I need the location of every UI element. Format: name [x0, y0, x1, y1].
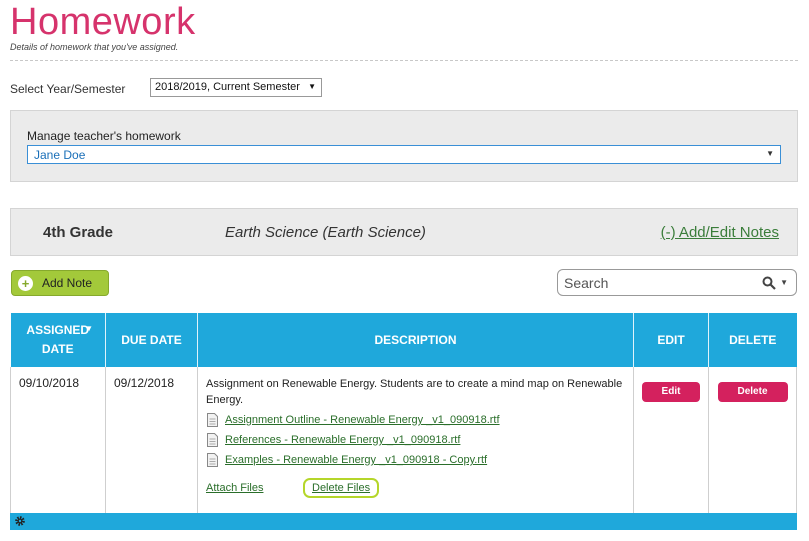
search-icon[interactable]: [762, 276, 776, 290]
delete-header-label: DELETE: [729, 332, 777, 347]
homework-table: ASSIGNED DATE ▼ DUE DATE DESCRIPTION EDI…: [10, 313, 797, 514]
file-link[interactable]: Examples - Renewable Energy _v1_090918 -…: [225, 454, 487, 466]
search-box: ▼: [557, 269, 797, 296]
grade-label: 4th Grade: [43, 224, 114, 241]
homework-description: Assignment on Renewable Energy. Students…: [206, 378, 623, 406]
delete-files-link[interactable]: Delete Files: [303, 478, 380, 498]
chevron-down-icon[interactable]: ▼: [780, 278, 788, 287]
teacher-select-value: Jane Doe: [34, 148, 86, 162]
edit-header-label: EDIT: [657, 332, 685, 347]
column-header-description: DESCRIPTION: [197, 313, 634, 367]
attach-files-link[interactable]: Attach Files: [206, 482, 263, 494]
column-header-edit: EDIT: [633, 313, 709, 367]
chevron-down-icon: ▼: [308, 82, 316, 91]
header-divider: [10, 60, 798, 61]
document-icon: [207, 453, 218, 467]
delete-cell: Delete: [708, 367, 797, 514]
add-note-button[interactable]: + Add Note: [11, 270, 109, 296]
due-date-header-label: DUE DATE: [121, 332, 182, 347]
file-actions: Attach Files Delete Files: [206, 478, 625, 498]
year-semester-label: Select Year/Semester: [10, 82, 126, 96]
subject-label: Earth Science (Earth Science): [225, 224, 426, 241]
year-semester-value: 2018/2019, Current Semester: [155, 81, 300, 93]
edit-button[interactable]: Edit: [642, 382, 700, 402]
file-item: References - Renewable Energy _v1_090918…: [206, 432, 625, 448]
manage-teacher-label: Manage teacher's homework: [27, 129, 181, 143]
teacher-select[interactable]: Jane Doe ▼: [27, 145, 781, 164]
description-cell: Assignment on Renewable Energy. Students…: [197, 367, 634, 514]
file-link[interactable]: References - Renewable Energy _v1_090918…: [225, 434, 460, 446]
assigned-date-cell: 09/10/2018: [10, 367, 106, 514]
edit-cell: Edit: [633, 367, 709, 514]
document-icon: [207, 413, 218, 427]
due-date-cell: 09/12/2018: [105, 367, 198, 514]
page-title: Homework: [10, 1, 196, 43]
assigned-date-header-label: ASSIGNED DATE: [26, 323, 90, 356]
page-subtitle: Details of homework that you've assigned…: [10, 42, 179, 52]
search-input[interactable]: [562, 271, 763, 294]
column-header-assigned-date[interactable]: ASSIGNED DATE ▼: [10, 313, 106, 367]
class-info-bar: 4th Grade Earth Science (Earth Science) …: [10, 208, 798, 256]
column-header-due-date[interactable]: DUE DATE: [105, 313, 198, 367]
file-item: Assignment Outline - Renewable Energy _v…: [206, 412, 625, 428]
file-link[interactable]: Assignment Outline - Renewable Energy _v…: [225, 414, 500, 426]
add-edit-notes-link[interactable]: (-) Add/Edit Notes: [661, 224, 779, 241]
document-icon: [207, 433, 218, 447]
column-header-delete: DELETE: [708, 313, 797, 367]
delete-button[interactable]: Delete: [717, 382, 788, 402]
chevron-down-icon: ▼: [766, 149, 774, 158]
sort-desc-icon: ▼: [85, 324, 93, 333]
file-item: Examples - Renewable Energy _v1_090918 -…: [206, 452, 625, 468]
table-footer: [10, 513, 797, 530]
table-row: 09/10/2018 09/12/2018 Assignment on Rene…: [10, 367, 797, 514]
manage-teacher-panel: Manage teacher's homework Jane Doe ▼: [10, 110, 798, 182]
plus-icon: +: [18, 275, 33, 291]
description-header-label: DESCRIPTION: [374, 332, 457, 347]
year-semester-select[interactable]: 2018/2019, Current Semester ▼: [150, 78, 322, 97]
add-note-label: Add Note: [42, 276, 93, 290]
gear-icon[interactable]: [14, 515, 26, 527]
